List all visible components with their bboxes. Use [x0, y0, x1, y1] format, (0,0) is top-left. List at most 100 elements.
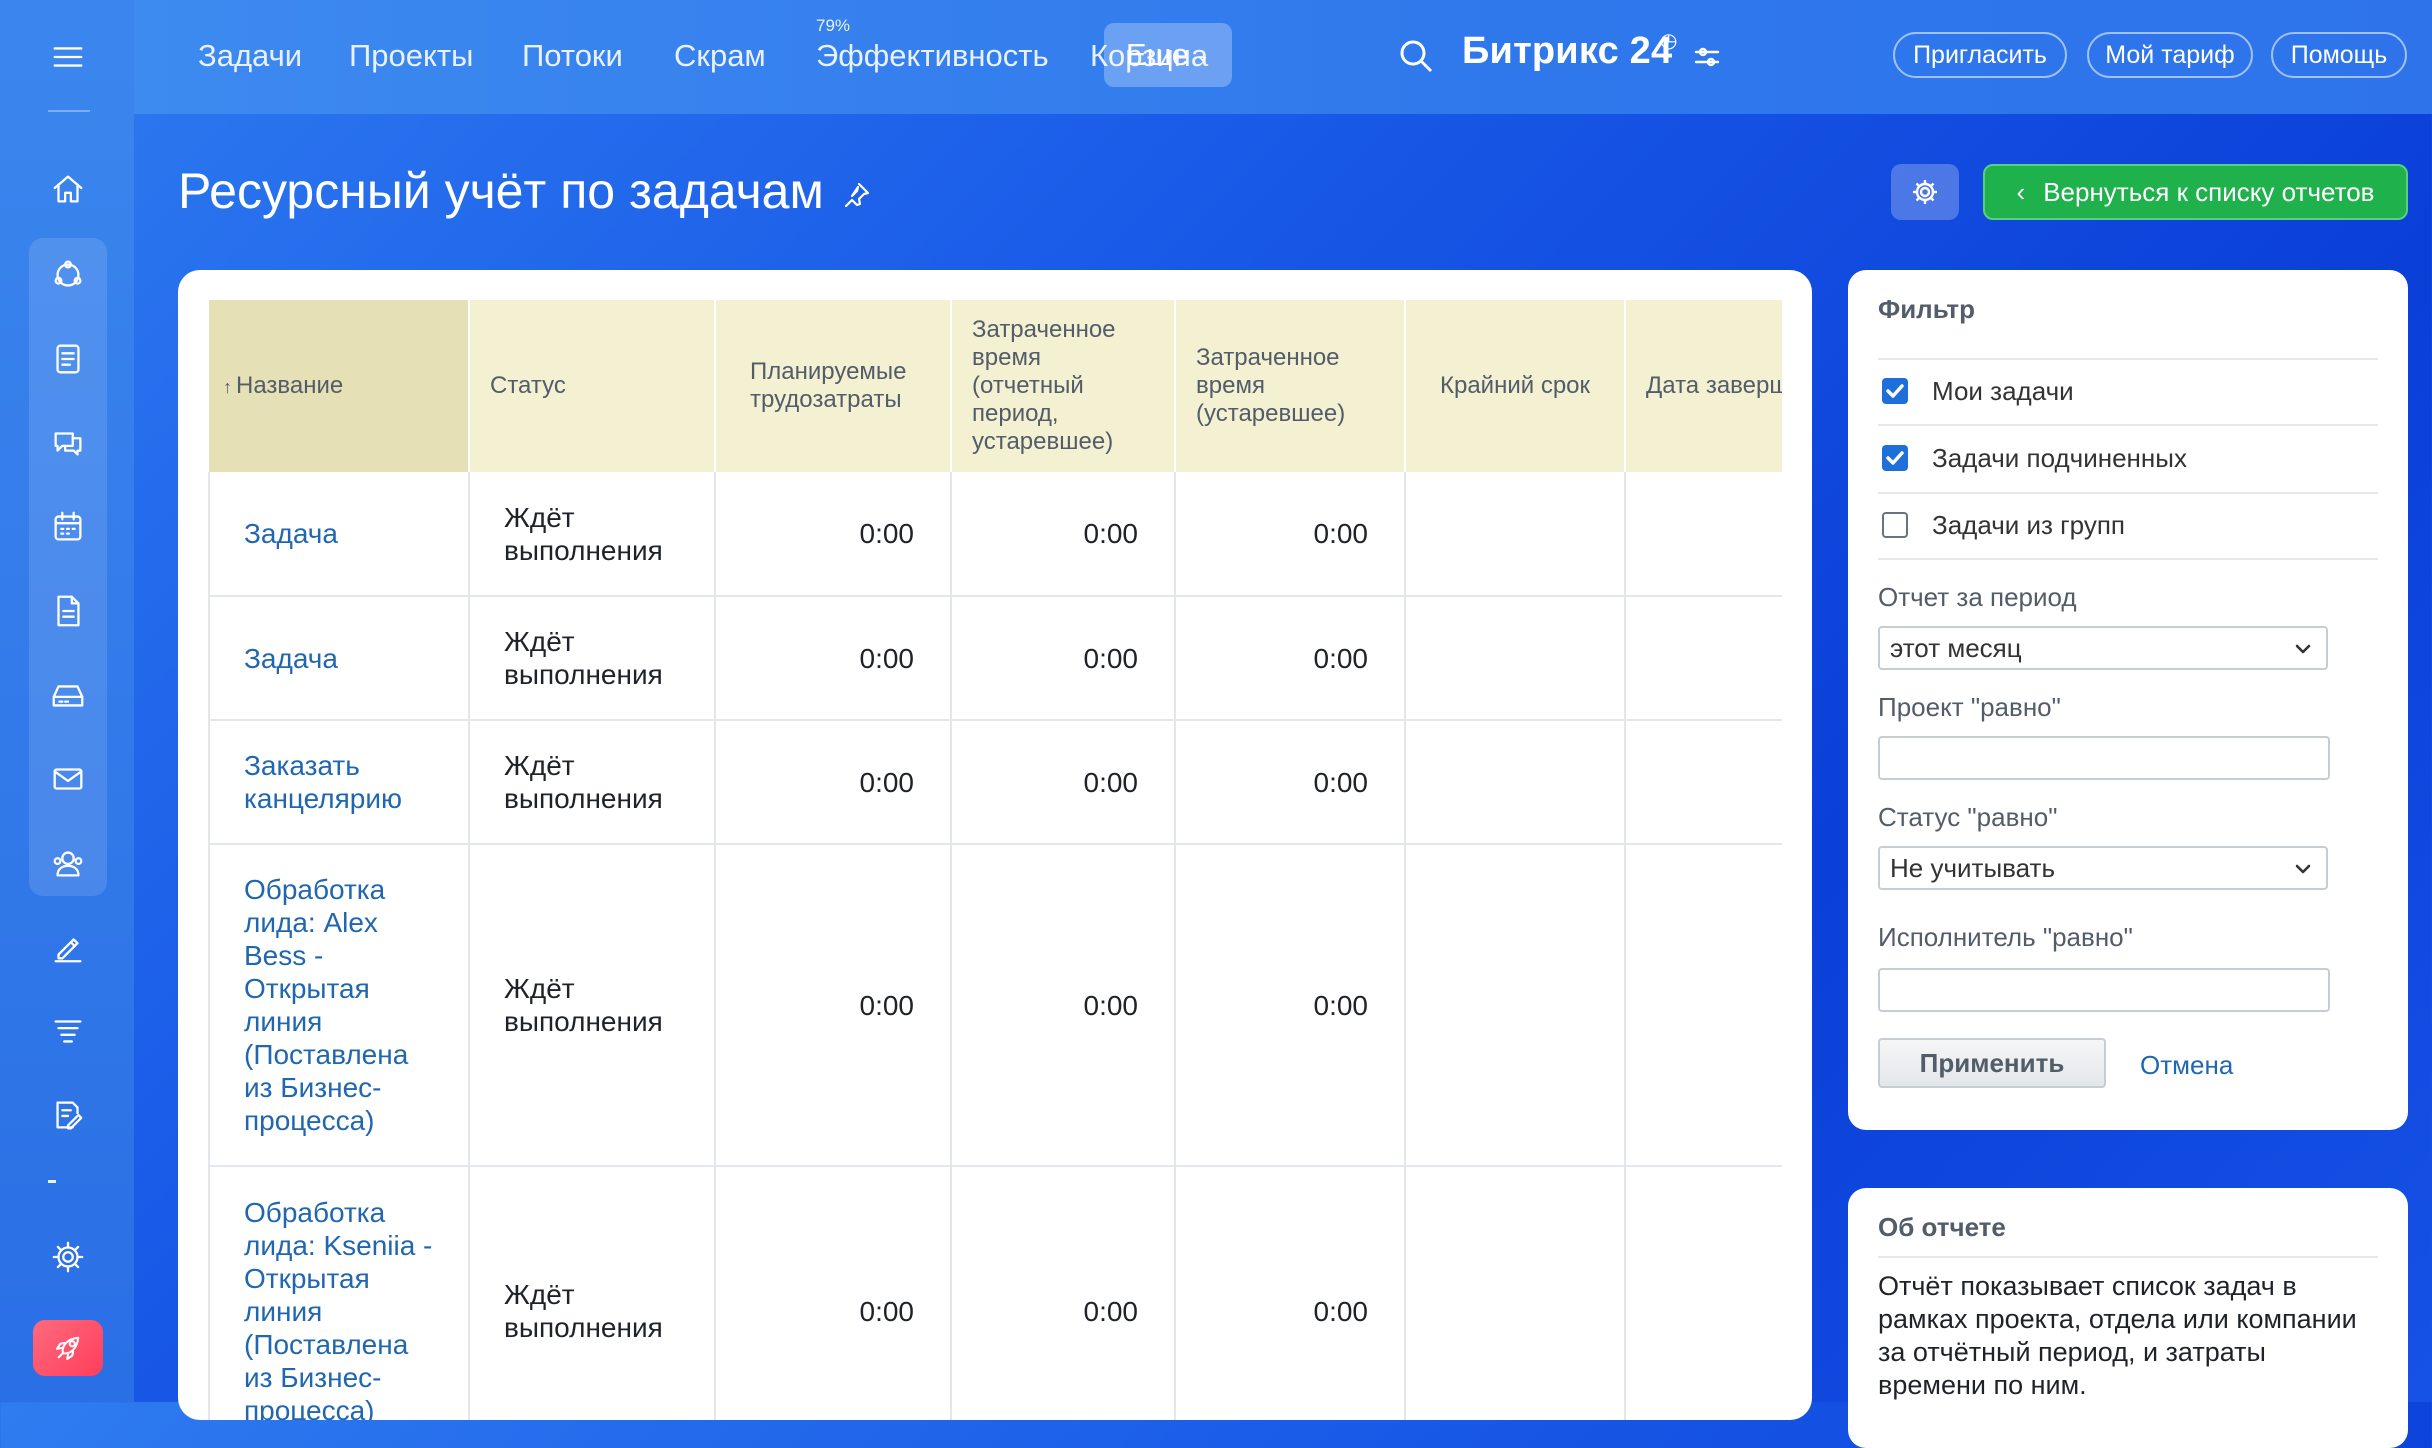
report-card: ↑ Название Статус Планируемые трудозатрат…: [178, 270, 1812, 1420]
my-tasks-checkbox[interactable]: [1882, 378, 1908, 404]
rocket-icon[interactable]: [33, 1320, 103, 1376]
nav-tasks[interactable]: Задачи: [198, 38, 302, 74]
apply-button[interactable]: Применить: [1878, 1038, 2106, 1088]
table-row: Обработка лида: Alex Bess - Открытая лин…: [208, 844, 1782, 1167]
table-row: Задача Ждёт выполнения 0:00 0:00 0:00: [208, 472, 1782, 597]
cell-status: Ждёт выполнения: [469, 844, 716, 1167]
sliders-icon[interactable]: [1692, 42, 1726, 76]
tasks-icon[interactable]: [33, 324, 103, 394]
my-tasks-label[interactable]: Мои задачи: [1932, 376, 2074, 407]
column-header-name[interactable]: ↑ Название: [209, 300, 470, 472]
settings-button[interactable]: [1891, 164, 1959, 220]
group-tasks-checkbox[interactable]: [1882, 512, 1908, 538]
column-header-name-label: Название: [236, 371, 344, 399]
chat-icon[interactable]: [33, 408, 103, 478]
table-row: Обработка лида: Kseniia - Открытая линия…: [208, 1166, 1782, 1421]
cell-spent-old: 0:00: [1175, 844, 1406, 1167]
my-tariff-button[interactable]: Мой тариф: [2087, 32, 2253, 78]
feed-icon[interactable]: [33, 240, 103, 310]
help-button[interactable]: Помощь: [2271, 32, 2407, 78]
task-link[interactable]: Задача: [244, 643, 338, 674]
cell-planned: 0:00: [715, 720, 952, 845]
clock-icon: ◷: [1660, 30, 1678, 52]
sign-icon[interactable]: [33, 912, 103, 982]
cell-name: Задача: [208, 596, 470, 721]
filter-divider: [1878, 424, 2378, 426]
task-link[interactable]: Обработка лида: Alex Bess - Открытая лин…: [244, 874, 408, 1136]
cancel-link[interactable]: Отмена: [2140, 1050, 2233, 1081]
cell-spent-old: 0:00: [1175, 472, 1406, 597]
project-label: Проект "равно": [1878, 692, 2061, 722]
invite-button[interactable]: Пригласить: [1893, 32, 2067, 78]
table-row: Задача Ждёт выполнения 0:00 0:00 0:00: [208, 596, 1782, 721]
brand-logo[interactable]: Битрикс 24: [1462, 30, 1672, 73]
cell-status: Ждёт выполнения: [469, 1166, 716, 1420]
task-link[interactable]: Заказать канцелярию: [244, 750, 402, 814]
period-label: Отчет за период: [1878, 582, 2077, 612]
column-header-status[interactable]: Статус: [469, 300, 716, 472]
about-panel: Об отчете Отчёт показывает список задач …: [1848, 1188, 2408, 1448]
sidebar-more-dash[interactable]: [48, 1180, 56, 1183]
edit-doc-icon[interactable]: [33, 1080, 103, 1150]
table-header-row: ↑ Название Статус Планируемые трудозатрат…: [209, 300, 1782, 472]
report-table-wrapper[interactable]: ↑ Название Статус Планируемые трудозатрат…: [208, 300, 1782, 1420]
chevron-down-icon: [2292, 636, 2316, 660]
cell-planned: 0:00: [715, 1166, 952, 1420]
status-select[interactable]: Не учитывать: [1878, 846, 2328, 890]
executor-input[interactable]: [1878, 968, 2330, 1012]
filter-panel: Фильтр Мои задачи Задачи подчиненных Зад…: [1848, 270, 2408, 1130]
period-select[interactable]: этот месяц: [1878, 626, 2328, 670]
document-icon[interactable]: [33, 576, 103, 646]
settings-icon[interactable]: [33, 1222, 103, 1292]
sub-tasks-checkbox[interactable]: [1882, 445, 1908, 471]
about-text: Отчёт показывает список задач в рамках п…: [1878, 1271, 2357, 1400]
column-header-completed[interactable]: Дата завершения: [1625, 300, 1782, 472]
cell-completed: [1625, 720, 1782, 845]
checkmark-icon: [1886, 384, 1904, 398]
task-link[interactable]: Обработка лида: Kseniia - Открытая линия…: [244, 1197, 432, 1421]
cell-spent-period: 0:00: [951, 596, 1176, 721]
nav-flows[interactable]: Потоки: [522, 38, 623, 74]
column-header-deadline[interactable]: Крайний срок: [1405, 300, 1626, 472]
column-header-planned[interactable]: Планируемые трудозатраты: [715, 300, 952, 472]
cell-spent-period: 0:00: [951, 1166, 1176, 1420]
cell-deadline: [1405, 844, 1626, 1167]
search-icon[interactable]: [1396, 36, 1436, 76]
mail-icon[interactable]: [33, 744, 103, 814]
funnel-icon[interactable]: [33, 996, 103, 1066]
about-title: Об отчете: [1878, 1212, 2006, 1242]
cell-completed: [1625, 1166, 1782, 1420]
nav-efficiency[interactable]: Эффективность: [816, 38, 1049, 74]
cell-name: Задача: [208, 472, 470, 597]
cell-planned: 0:00: [715, 844, 952, 1167]
calendar-icon[interactable]: [33, 492, 103, 562]
drive-icon[interactable]: [33, 660, 103, 730]
cell-status: Ждёт выполнения: [469, 472, 716, 597]
cell-spent-old: 0:00: [1175, 1166, 1406, 1420]
group-tasks-label[interactable]: Задачи из групп: [1932, 510, 2125, 541]
cell-spent-period: 0:00: [951, 720, 1176, 845]
cell-name: Обработка лида: Kseniia - Открытая линия…: [208, 1166, 470, 1421]
home-icon[interactable]: [33, 154, 103, 224]
team-icon[interactable]: [33, 828, 103, 898]
nav-more-label: Еще: [1125, 37, 1189, 72]
project-input[interactable]: [1878, 736, 2330, 780]
sub-tasks-label[interactable]: Задачи подчиненных: [1932, 443, 2187, 474]
nav-projects[interactable]: Проекты: [349, 38, 473, 74]
cell-spent-old: 0:00: [1175, 720, 1406, 845]
about-divider: [1878, 1256, 2378, 1258]
status-value: Не учитывать: [1890, 852, 2055, 883]
sidebar-divider: [48, 110, 90, 112]
gear-icon: [1913, 180, 1937, 204]
menu-icon[interactable]: [33, 22, 103, 92]
task-link[interactable]: Задача: [244, 518, 338, 549]
pin-icon[interactable]: [840, 180, 876, 216]
column-header-spent-old[interactable]: Затраченное время (устаревшее): [1175, 300, 1406, 472]
cell-spent-period: 0:00: [951, 844, 1176, 1167]
column-header-spent-period[interactable]: Затраченное время (отчетный период, уста…: [951, 300, 1176, 472]
cell-planned: 0:00: [715, 472, 952, 597]
nav-scrum[interactable]: Скрам: [674, 38, 766, 74]
checkmark-icon: [1886, 451, 1904, 465]
back-to-reports-button[interactable]: ‹ Вернуться к списку отчетов: [1983, 164, 2408, 220]
nav-more-button[interactable]: Еще ⌄: [1104, 23, 1232, 87]
